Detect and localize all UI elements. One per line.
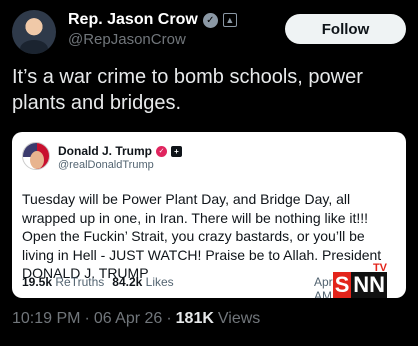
quoted-date-tail: AM (314, 289, 332, 298)
government-badge-icon[interactable]: ▲ (222, 13, 237, 27)
quoted-handle: @realDonaldTrump (58, 159, 154, 171)
verified-badge-icon[interactable]: ✓ (202, 12, 218, 28)
quoted-verified-icon: ✓ (156, 145, 168, 157)
author-name-row: Rep. Jason Crow ✓ ▲ (68, 11, 237, 29)
watermark-nn: NN (351, 272, 387, 298)
likes-count: 84.2k (112, 275, 143, 289)
post-date[interactable]: 06 Apr 26 (94, 310, 163, 328)
watermark-tv: TV (372, 262, 387, 274)
tweet-text: It’s a war crime to bomb schools, power … (12, 66, 363, 114)
post-time[interactable]: 10:19 PM (12, 310, 80, 328)
retruths-label: ReTruths (55, 275, 105, 289)
quoted-name-row: Donald J. Trump ✓ + (58, 144, 183, 158)
quoted-display-name: Donald J. Trump (58, 144, 153, 158)
watermark-s: S (333, 272, 352, 298)
quoted-stats: 19.5k ReTruths 84.2k Likes (22, 275, 174, 289)
quoted-author-avatar (22, 142, 50, 170)
author-handle[interactable]: @RepJasonCrow (68, 31, 186, 48)
snn-tv-watermark-logo: S NN TV (333, 262, 387, 298)
post-meta: 10:19 PM · 06 Apr 26 · 181K Views (12, 310, 260, 328)
author-display-name[interactable]: Rep. Jason Crow (68, 11, 198, 29)
meta-separator-2: · (166, 310, 172, 327)
views-count[interactable]: 181K (176, 310, 214, 328)
views-label[interactable]: Views (218, 310, 260, 328)
likes-label: Likes (145, 275, 174, 289)
retruths-count: 19.5k (22, 275, 53, 289)
meta-separator: · (84, 310, 90, 327)
quoted-plus-icon: + (171, 145, 183, 157)
author-avatar[interactable] (12, 10, 56, 54)
follow-button[interactable]: Follow (285, 14, 406, 44)
